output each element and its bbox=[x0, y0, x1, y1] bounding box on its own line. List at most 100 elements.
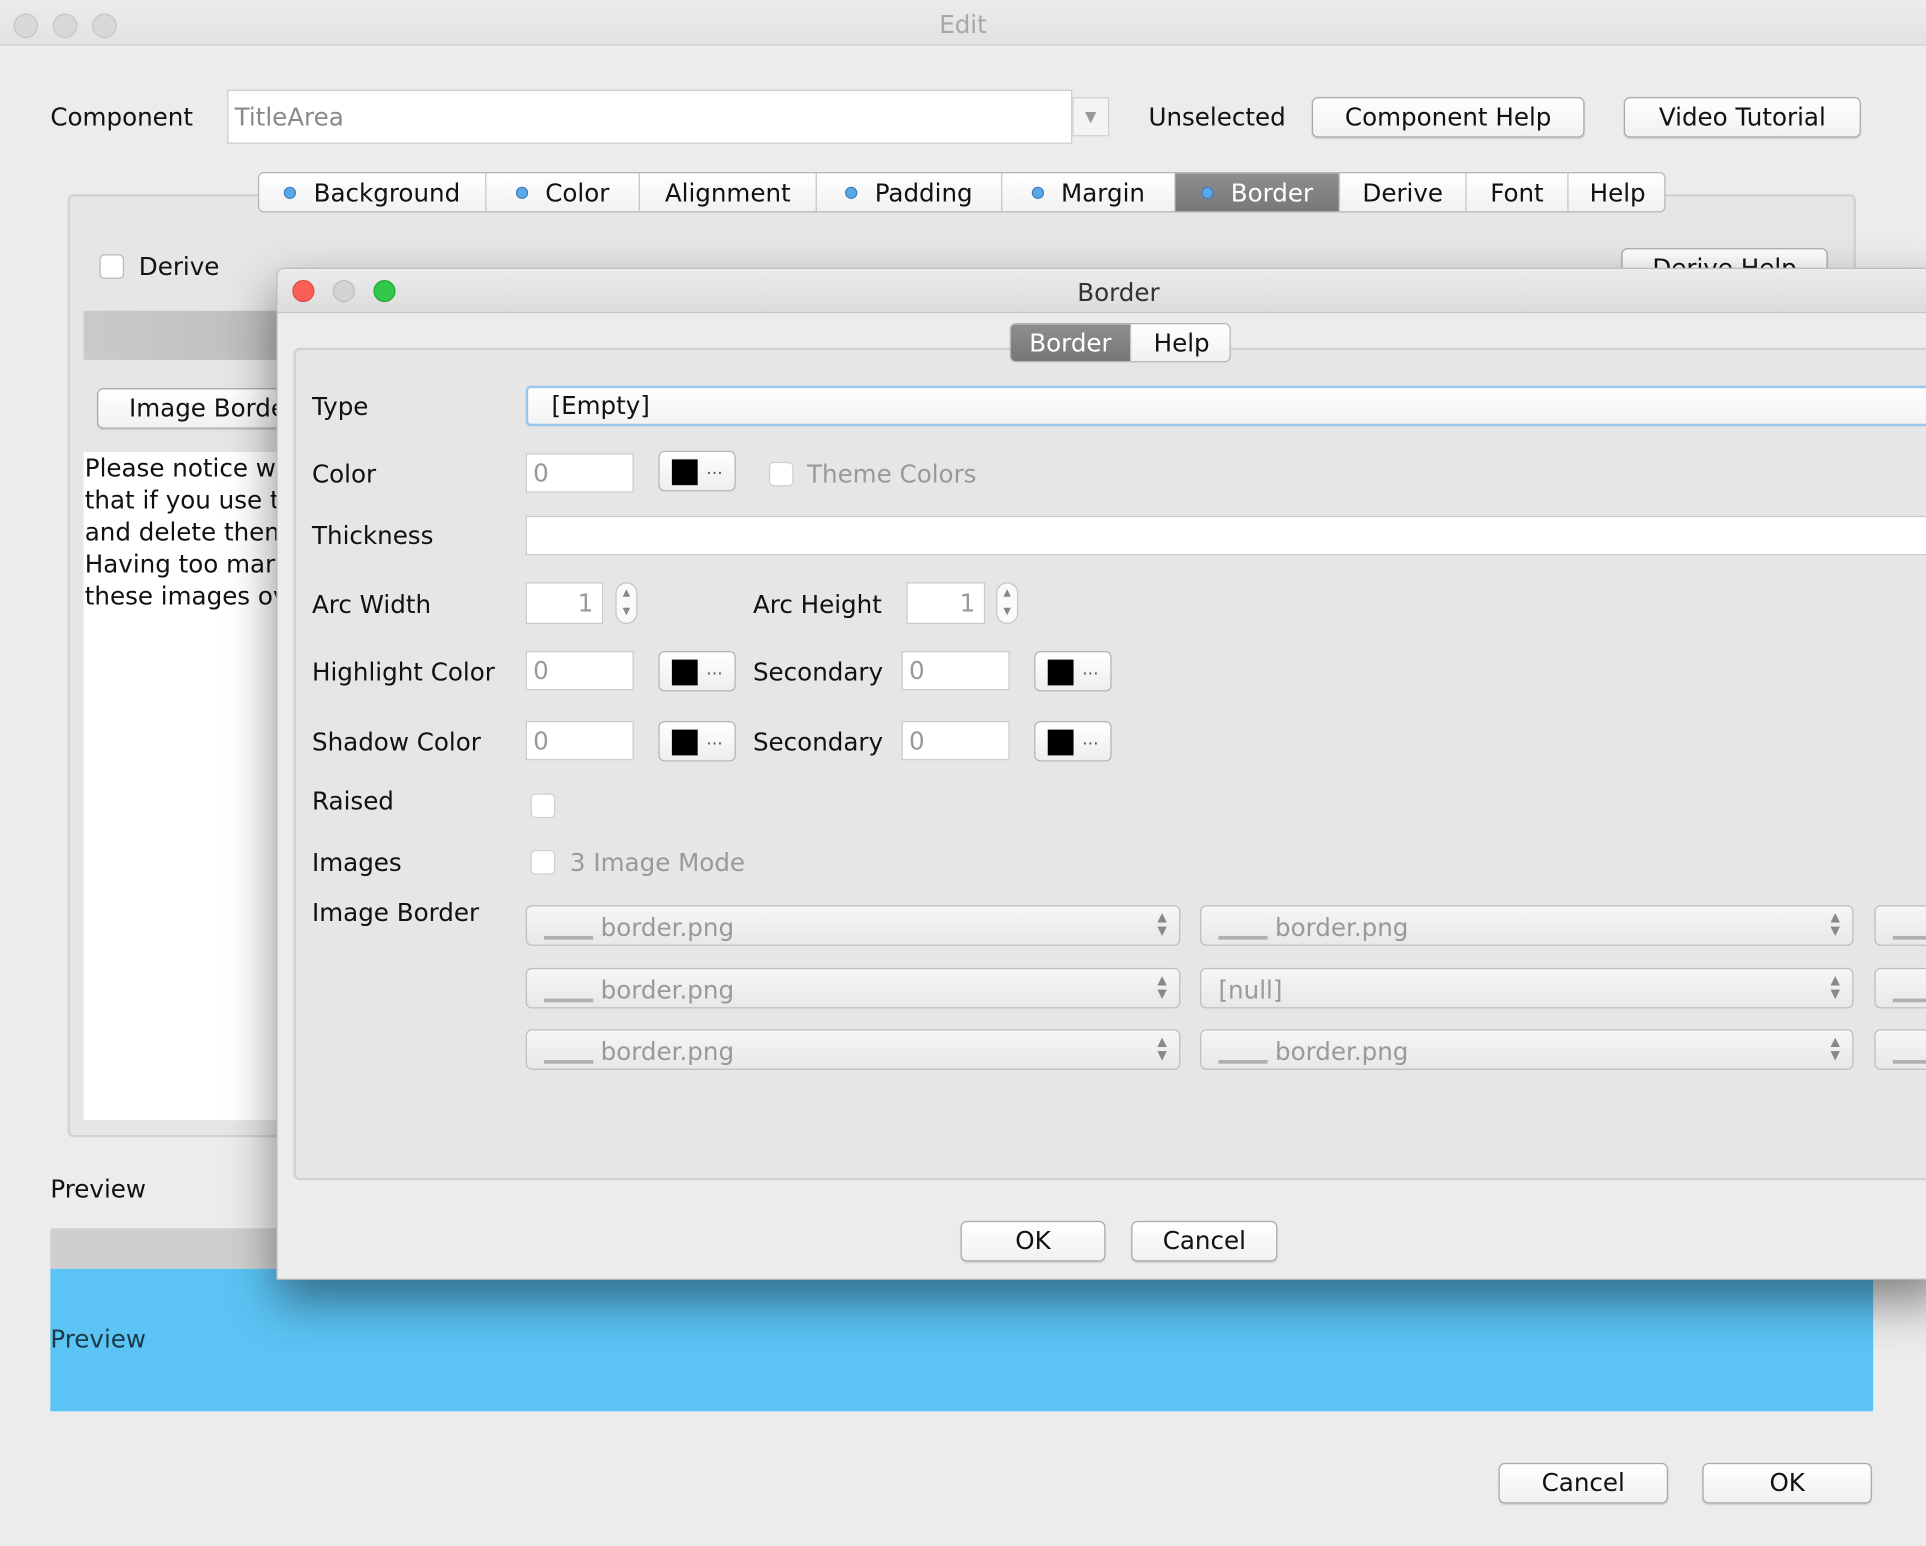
image-combo-value: [null] bbox=[1218, 975, 1283, 1005]
dialog-tab-border[interactable]: Border bbox=[1010, 324, 1132, 362]
tab-alignment[interactable]: Alignment bbox=[640, 173, 817, 212]
image-combo-value: border.png bbox=[600, 975, 735, 1005]
shadow-color-label: Shadow Color bbox=[311, 727, 481, 757]
tab-label: Padding bbox=[874, 178, 973, 208]
raised-label: Raised bbox=[311, 786, 394, 816]
chevron-down-icon: ▼ bbox=[1085, 108, 1097, 126]
image-combo-value: border.png bbox=[600, 1036, 735, 1067]
arc-height-stepper[interactable]: ▲ ▼ bbox=[996, 582, 1019, 624]
up-down-arrows-icon: ▲ ▼ bbox=[1830, 911, 1840, 939]
shadow-color-field[interactable]: 0 bbox=[525, 721, 634, 761]
edit-window: Edit Component TitleArea ▼ Unselected Co… bbox=[0, 0, 1926, 1546]
border-preview-strip bbox=[83, 310, 281, 360]
ellipsis: ... bbox=[706, 729, 723, 750]
image-combo[interactable]: border.png ▲ ▼ bbox=[525, 967, 1181, 1009]
three-image-mode-label: 3 Image Mode bbox=[569, 847, 746, 878]
raised-checkbox[interactable] bbox=[530, 793, 556, 819]
preview-label: Preview bbox=[50, 1174, 146, 1204]
arc-height-field[interactable]: 1 bbox=[906, 582, 986, 624]
notice-line: these images ov bbox=[84, 580, 281, 611]
image-border-button[interactable]: Image Borde bbox=[97, 388, 306, 429]
tab-label: Margin bbox=[1061, 178, 1145, 208]
arrow-down-icon: ▼ bbox=[1003, 605, 1011, 617]
dialog-ok-button[interactable]: OK bbox=[960, 1220, 1106, 1262]
image-combo[interactable]: border.png ▲ ▼ bbox=[1200, 905, 1854, 946]
close-icon[interactable] bbox=[292, 280, 315, 303]
ellipsis: ... bbox=[706, 659, 723, 680]
notice-line: Please notice w bbox=[84, 453, 276, 483]
tab-derive[interactable]: Derive bbox=[1340, 173, 1467, 212]
image-combo[interactable]: border.png ▲ ▼ bbox=[525, 1029, 1181, 1070]
highlight-color-field[interactable]: 0 bbox=[525, 650, 634, 691]
video-tutorial-button[interactable]: Video Tutorial bbox=[1623, 97, 1861, 138]
selection-status: Unselected bbox=[1148, 101, 1286, 132]
arc-width-stepper[interactable]: ▲ ▼ bbox=[615, 582, 638, 624]
component-combo[interactable]: TitleArea bbox=[227, 89, 1073, 144]
shadow-secondary-button[interactable]: ... bbox=[1034, 721, 1112, 762]
arrow-up-icon: ▲ bbox=[1003, 587, 1011, 599]
type-label: Type bbox=[311, 391, 369, 422]
dot-icon bbox=[284, 186, 297, 199]
highlight-color-label: Highlight Color bbox=[311, 657, 495, 687]
notice-line: and delete them bbox=[84, 517, 281, 547]
shadow-color-button[interactable]: ... bbox=[658, 721, 736, 762]
ok-button[interactable]: OK bbox=[1702, 1462, 1872, 1504]
color-swatch bbox=[1047, 729, 1074, 756]
theme-colors-checkbox[interactable] bbox=[768, 461, 794, 487]
preview-text: Preview bbox=[50, 1324, 146, 1354]
tab-font[interactable]: Font bbox=[1467, 173, 1569, 212]
highlight-secondary-label: Secondary bbox=[752, 657, 884, 687]
dot-icon bbox=[515, 186, 529, 199]
tab-color[interactable]: Color bbox=[486, 173, 640, 212]
tab-label: Color bbox=[545, 178, 610, 208]
dialog-tab-help[interactable]: Help bbox=[1131, 324, 1229, 361]
thickness-field[interactable] bbox=[525, 515, 1926, 556]
image-combo[interactable]: [null] ▲ ▼ bbox=[1200, 967, 1854, 1009]
zoom-icon[interactable] bbox=[373, 280, 396, 303]
color-swatch bbox=[1047, 659, 1074, 686]
tab-background[interactable]: Background bbox=[259, 173, 487, 212]
tab-bar: Background Color Alignment Padding Margi… bbox=[257, 171, 1666, 213]
image-combo[interactable]: border.png ▲ ▼ bbox=[1200, 1029, 1854, 1070]
minimize-icon[interactable] bbox=[332, 280, 355, 303]
image-combo[interactable]: border.png ▲ ▼ bbox=[525, 905, 1181, 946]
image-combo[interactable] bbox=[1874, 905, 1926, 946]
arrow-down-icon: ▼ bbox=[622, 605, 631, 617]
dot-icon bbox=[845, 186, 858, 199]
tab-padding[interactable]: Padding bbox=[817, 173, 1003, 212]
image-combo-value: border.png bbox=[1274, 1036, 1409, 1067]
border-dialog: Border Border Help Type [Empty] Color 0 … bbox=[276, 267, 1926, 1280]
thickness-label: Thickness bbox=[311, 520, 434, 551]
color-field[interactable]: 0 bbox=[525, 453, 634, 493]
arc-height-label: Arc Height bbox=[752, 589, 882, 620]
dot-icon bbox=[1031, 186, 1044, 199]
image-combo[interactable] bbox=[1874, 1029, 1926, 1070]
tab-help[interactable]: Help bbox=[1569, 173, 1665, 211]
tab-label: Help bbox=[1589, 178, 1646, 208]
arc-width-field[interactable]: 1 bbox=[525, 582, 604, 624]
dialog-cancel-button[interactable]: Cancel bbox=[1131, 1220, 1278, 1262]
color-swatch bbox=[671, 459, 698, 486]
component-dropdown-button[interactable]: ▼ bbox=[1072, 97, 1110, 137]
preview-area: Preview bbox=[50, 1268, 1874, 1412]
tab-border[interactable]: Border bbox=[1175, 173, 1341, 212]
up-down-arrows-icon: ▲ ▼ bbox=[1157, 1035, 1167, 1063]
tab-margin[interactable]: Margin bbox=[1002, 173, 1176, 212]
highlight-secondary-button[interactable]: ... bbox=[1034, 650, 1112, 692]
shadow-secondary-field[interactable]: 0 bbox=[901, 721, 1010, 761]
three-image-mode-checkbox[interactable] bbox=[530, 849, 556, 875]
type-value: [Empty] bbox=[551, 390, 650, 421]
highlight-secondary-field[interactable]: 0 bbox=[901, 650, 1010, 691]
component-help-button[interactable]: Component Help bbox=[1311, 97, 1585, 138]
type-combo[interactable]: [Empty] bbox=[525, 385, 1926, 427]
highlight-color-button[interactable]: ... bbox=[658, 650, 736, 692]
color-swatch bbox=[671, 729, 698, 756]
ellipsis: ... bbox=[1082, 729, 1099, 750]
notice-line: that if you use t bbox=[84, 485, 280, 515]
color-picker-button[interactable]: ... bbox=[658, 450, 736, 492]
tab-label: Derive bbox=[1362, 178, 1444, 208]
image-combo[interactable] bbox=[1874, 967, 1926, 1009]
up-down-arrows-icon: ▲ ▼ bbox=[1157, 974, 1167, 1002]
cancel-button[interactable]: Cancel bbox=[1498, 1462, 1669, 1504]
derive-checkbox[interactable] bbox=[99, 254, 125, 279]
